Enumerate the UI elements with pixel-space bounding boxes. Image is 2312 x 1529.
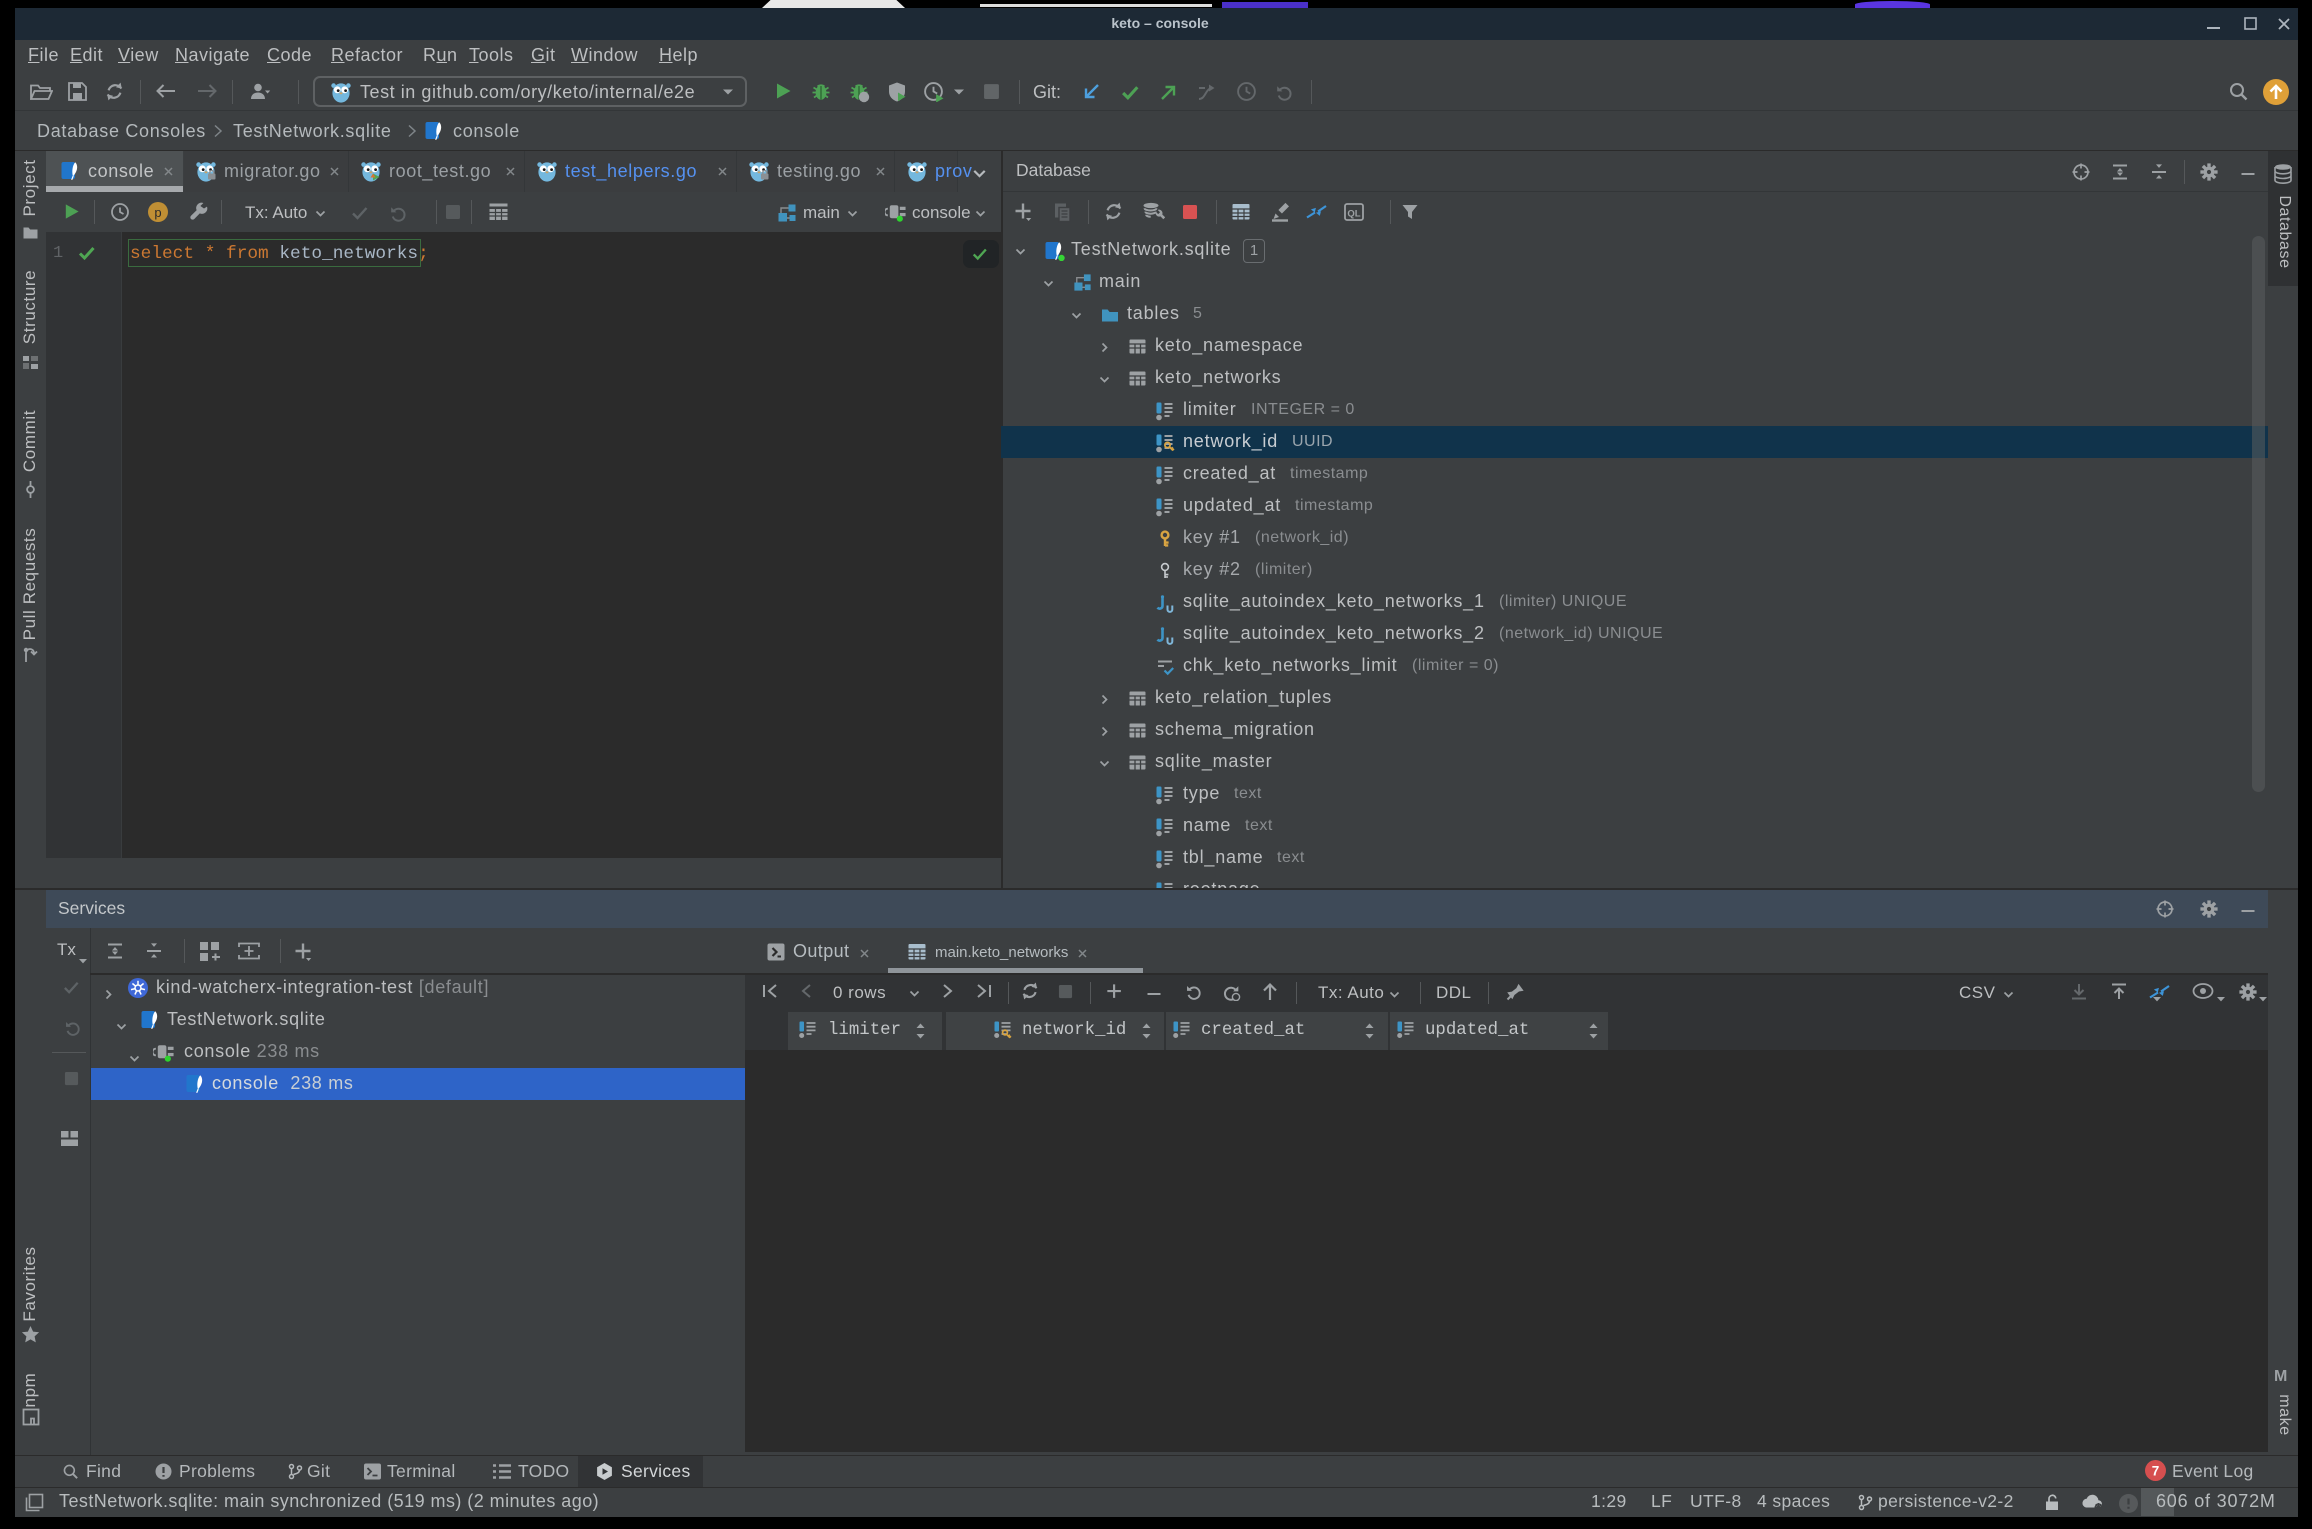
svg-text:7: 7 <box>2152 1464 2160 1479</box>
svg-text:QL: QL <box>1347 209 1360 220</box>
svg-text:p: p <box>154 205 161 220</box>
